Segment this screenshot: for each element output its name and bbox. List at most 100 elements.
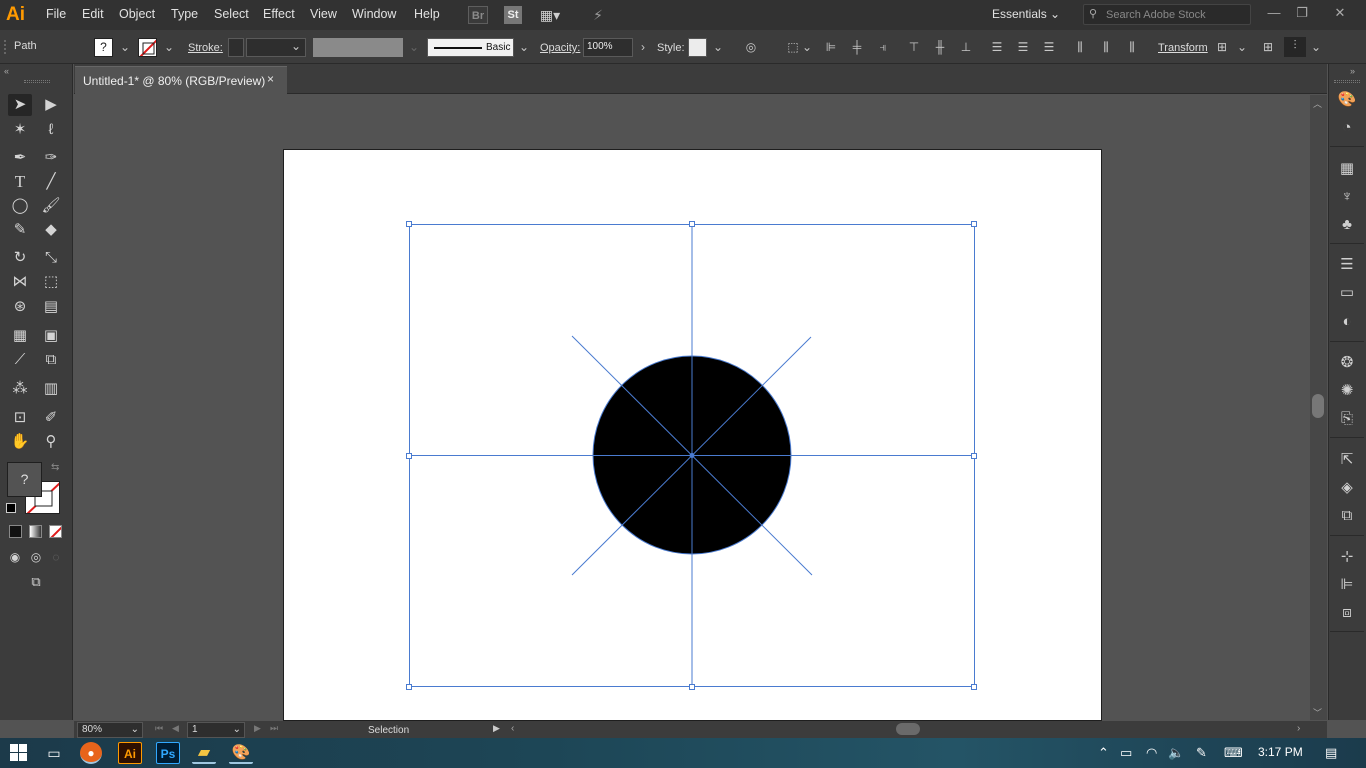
gpu-performance-icon[interactable]: ⚡ bbox=[586, 6, 610, 24]
menu-select[interactable]: Select bbox=[214, 7, 249, 21]
blend-tool-icon[interactable]: ⧉ bbox=[39, 349, 63, 371]
width-tool-icon[interactable]: ⋈ bbox=[8, 271, 32, 293]
align-left-icon[interactable]: ⊫ bbox=[822, 39, 840, 55]
opacity-field[interactable]: 100% bbox=[583, 38, 633, 57]
symbols-icon[interactable]: ♣ bbox=[1336, 214, 1358, 236]
menu-file[interactable]: File bbox=[46, 7, 66, 21]
scroll-up-icon[interactable]: ︿ bbox=[1313, 97, 1322, 110]
file-explorer-icon[interactable]: ▰ bbox=[192, 742, 216, 764]
pen-workspace-icon[interactable]: ✎ bbox=[1196, 745, 1207, 761]
gradient-mode-icon[interactable] bbox=[29, 525, 42, 538]
free-transform-tool-icon[interactable]: ⬚ bbox=[39, 271, 63, 293]
draw-inside-icon[interactable]: ◌ bbox=[47, 546, 65, 568]
fill-swatch[interactable]: ? bbox=[94, 38, 113, 57]
artboard[interactable] bbox=[283, 149, 1102, 721]
scale-tool-icon[interactable]: ⤡ bbox=[39, 247, 63, 269]
vertical-scroll-thumb[interactable] bbox=[1312, 394, 1324, 418]
horizontal-scroll-thumb[interactable] bbox=[896, 723, 920, 735]
draw-behind-icon[interactable]: ◎ bbox=[27, 546, 45, 568]
scroll-down-icon[interactable]: ﹀ bbox=[1313, 706, 1322, 719]
graphic-style-swatch[interactable] bbox=[688, 38, 707, 57]
chevron-down-icon[interactable]: ⌄ bbox=[116, 39, 134, 55]
close-tab-icon[interactable]: × bbox=[267, 72, 274, 86]
screen-mode-icon[interactable]: ⧉ bbox=[24, 571, 48, 593]
graphic-styles-icon[interactable]: ✺ bbox=[1336, 380, 1358, 402]
search-stock-box[interactable]: ⚲ bbox=[1083, 4, 1251, 25]
task-view-icon[interactable]: ▭ bbox=[42, 742, 66, 764]
search-input[interactable] bbox=[1106, 7, 1246, 22]
artboards-panel-icon[interactable]: ⧉ bbox=[1336, 505, 1358, 527]
align-right-icon[interactable]: ⫣ bbox=[874, 39, 892, 55]
type-tool-icon[interactable]: T bbox=[8, 171, 32, 193]
last-artboard-icon[interactable]: ⏭ bbox=[270, 723, 278, 734]
distribute-right-icon[interactable]: ⫼ bbox=[1123, 39, 1141, 55]
eyedropper-tool-icon[interactable]: ⟋ bbox=[8, 349, 32, 371]
paint-icon[interactable]: 🎨 bbox=[229, 742, 253, 764]
artboard-number-field[interactable]: 1 ⌄ bbox=[187, 722, 245, 738]
swatches-icon[interactable]: ▦ bbox=[1336, 158, 1358, 180]
firefox-icon[interactable]: ● bbox=[80, 742, 102, 764]
eraser-tool-icon[interactable]: ◆ bbox=[39, 219, 63, 241]
slice-tool-icon[interactable]: ✐ bbox=[39, 407, 63, 429]
panel-menu-icon[interactable]: ⫶ bbox=[1284, 37, 1306, 57]
chevron-down-icon[interactable]: ⌄ bbox=[1233, 39, 1251, 55]
chevron-down-icon[interactable]: ⌄ bbox=[405, 39, 423, 55]
shaper-tool-icon[interactable]: ✎ bbox=[8, 219, 32, 241]
menu-object[interactable]: Object bbox=[119, 7, 155, 21]
touch-keyboard-icon[interactable]: ⌨ bbox=[1224, 745, 1243, 761]
distribute-horizontal-center-icon[interactable]: ⫼ bbox=[1097, 39, 1115, 55]
perspective-grid-tool-icon[interactable]: ▤ bbox=[39, 296, 63, 318]
selection-tool-icon[interactable]: ➤ bbox=[8, 94, 32, 116]
artboard-tool-icon[interactable]: ⊡ bbox=[8, 407, 32, 429]
panel-grip[interactable] bbox=[4, 40, 8, 54]
photoshop-icon[interactable]: Ps bbox=[156, 742, 180, 764]
fill-color-box[interactable]: ? bbox=[7, 462, 42, 497]
chevron-down-icon[interactable]: ⌄ bbox=[1307, 39, 1325, 55]
chevron-down-icon[interactable]: ⌄ bbox=[798, 39, 816, 55]
workspace-switcher[interactable]: Essentials ⌄ bbox=[992, 7, 1060, 21]
menu-view[interactable]: View bbox=[310, 7, 337, 21]
volume-icon[interactable]: 🔈 bbox=[1168, 745, 1184, 761]
none-mode-icon[interactable] bbox=[49, 525, 62, 538]
transform-link[interactable]: Transform bbox=[1158, 42, 1208, 54]
taskbar-clock[interactable]: 3:17 PM bbox=[1258, 745, 1303, 759]
line-segment-tool-icon[interactable]: ╱ bbox=[39, 171, 63, 193]
align-panel-icon[interactable]: ⊫ bbox=[1336, 574, 1358, 596]
pen-tool-icon[interactable]: ✒ bbox=[8, 147, 32, 169]
transform-panel-icon[interactable]: ⊹ bbox=[1336, 546, 1358, 568]
stroke-label[interactable]: Stroke: bbox=[188, 42, 223, 54]
zoom-field[interactable]: 80% ⌄ bbox=[77, 722, 143, 738]
zoom-tool-icon[interactable]: ⚲ bbox=[39, 431, 63, 453]
battery-icon[interactable]: ▭ bbox=[1120, 745, 1132, 761]
restore-button[interactable]: ❐ bbox=[1290, 4, 1314, 24]
illustrator-icon[interactable]: Ai bbox=[118, 742, 142, 764]
gradient-panel-icon[interactable]: ▭ bbox=[1336, 282, 1358, 304]
export-asset-icon[interactable]: ⇱ bbox=[1336, 449, 1358, 471]
panel-grip[interactable] bbox=[1334, 80, 1360, 83]
panel-grip[interactable] bbox=[24, 80, 50, 83]
show-hidden-icons-icon[interactable]: ⌃ bbox=[1098, 745, 1109, 761]
draw-normal-icon[interactable]: ◉ bbox=[6, 546, 24, 568]
distribute-vertical-center-icon[interactable]: ☰ bbox=[1014, 39, 1032, 55]
bridge-button[interactable]: Br bbox=[468, 6, 488, 24]
stroke-weight-field[interactable]: ⌄ bbox=[246, 38, 306, 57]
color-guide-icon[interactable]: ◔ bbox=[1336, 117, 1358, 139]
symbol-sprayer-tool-icon[interactable]: ⁂ bbox=[8, 378, 32, 400]
chevron-down-icon[interactable]: ⌄ bbox=[160, 39, 178, 55]
appearance-panel-icon[interactable]: ❂ bbox=[1336, 352, 1358, 374]
status-menu-icon[interactable]: ▶ bbox=[493, 723, 500, 734]
lasso-tool-icon[interactable]: ℓ bbox=[39, 119, 63, 141]
variable-width-profile[interactable] bbox=[313, 38, 403, 57]
stroke-weight-stepper[interactable] bbox=[228, 38, 244, 57]
action-center-icon[interactable]: ▤ bbox=[1325, 745, 1337, 761]
libraries-icon[interactable]: ⎘ bbox=[1336, 408, 1358, 430]
swap-fill-stroke-icon[interactable]: ⇆ bbox=[51, 462, 59, 473]
previous-artboard-icon[interactable]: ◀ bbox=[172, 723, 179, 734]
ellipse-tool-icon[interactable]: ◯ bbox=[8, 195, 32, 217]
distribute-left-icon[interactable]: ⫼ bbox=[1071, 39, 1089, 55]
paintbrush-tool-icon[interactable]: 🖌 bbox=[39, 195, 63, 217]
recolor-artwork-icon[interactable]: ◎ bbox=[742, 39, 760, 55]
scroll-left-icon[interactable]: ‹ bbox=[511, 723, 514, 734]
align-bottom-icon[interactable]: ⊥ bbox=[957, 39, 975, 55]
windows-start-icon[interactable] bbox=[10, 744, 27, 761]
